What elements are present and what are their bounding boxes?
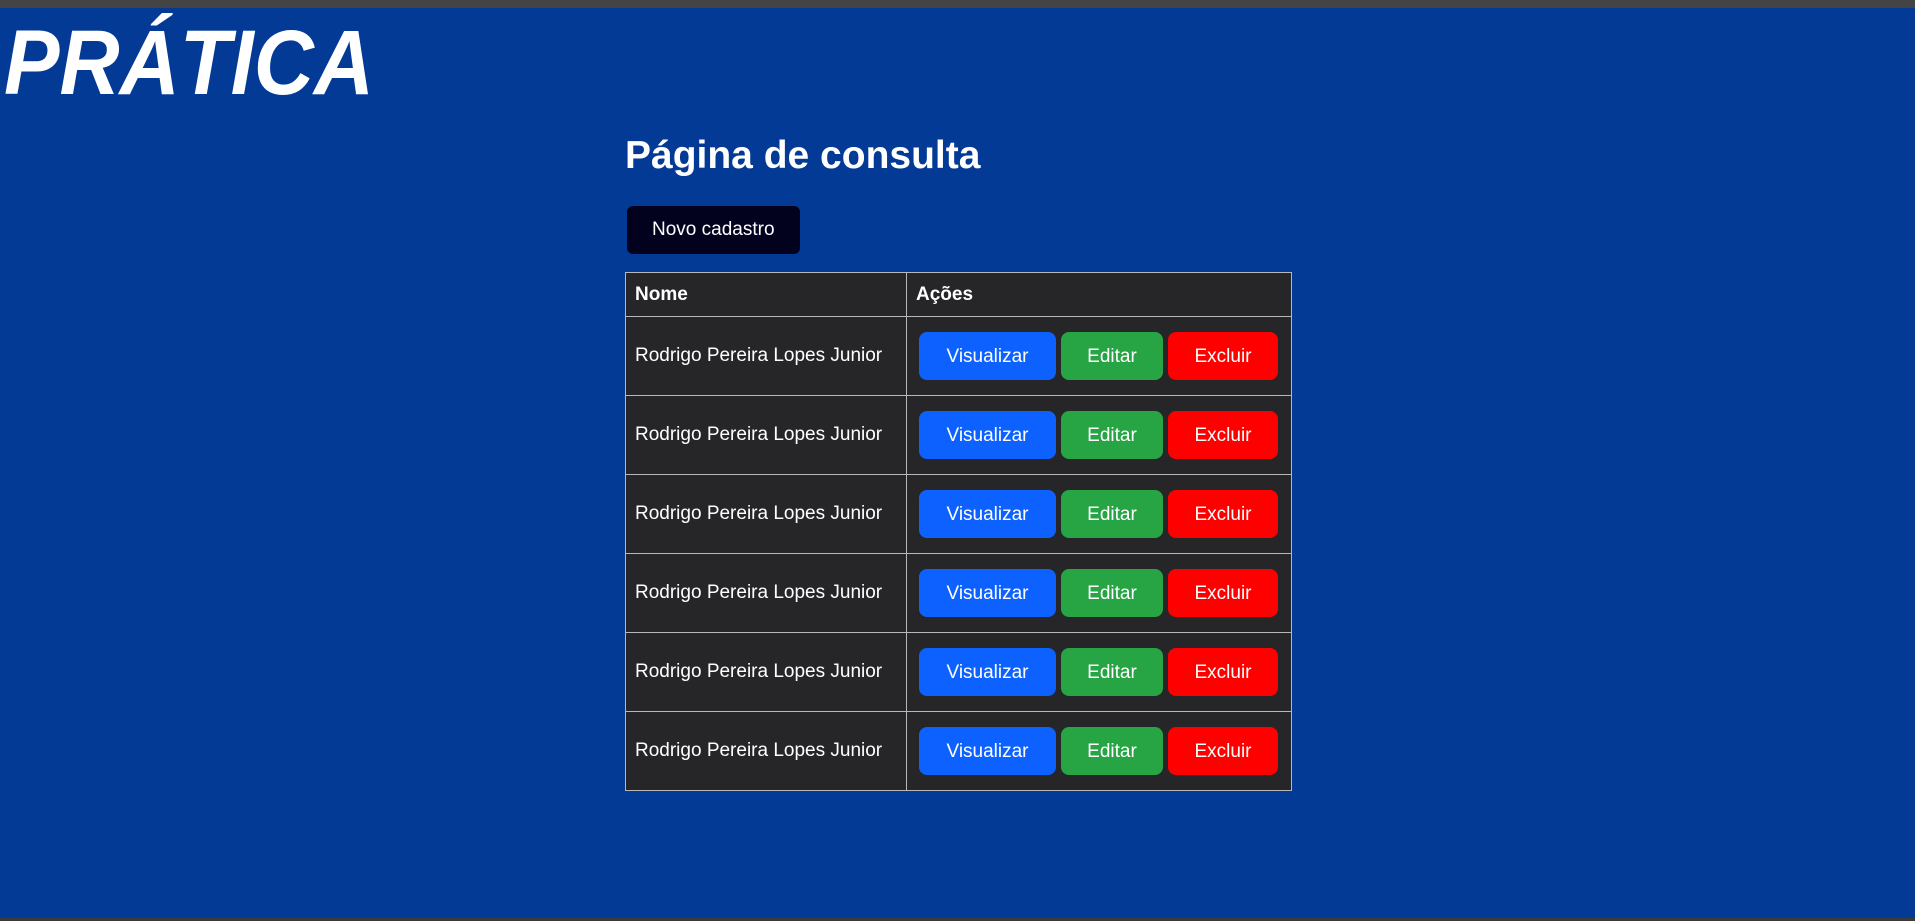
delete-button[interactable]: Excluir xyxy=(1168,332,1278,380)
view-button[interactable]: Visualizar xyxy=(919,490,1056,538)
actions-cell: Visualizar Editar Excluir xyxy=(906,395,1292,475)
table-row: Rodrigo Pereira Lopes Junior Visualizar … xyxy=(625,316,1292,396)
delete-button[interactable]: Excluir xyxy=(1168,411,1278,459)
edit-button[interactable]: Editar xyxy=(1061,332,1163,380)
edit-button[interactable]: Editar xyxy=(1061,490,1163,538)
edit-button[interactable]: Editar xyxy=(1061,411,1163,459)
main-content: Página de consulta Novo cadastro Nome Aç… xyxy=(625,130,1325,791)
table-body: Rodrigo Pereira Lopes Junior Visualizar … xyxy=(625,316,1292,791)
delete-button[interactable]: Excluir xyxy=(1168,569,1278,617)
actions-cell: Visualizar Editar Excluir xyxy=(906,711,1292,791)
edit-button[interactable]: Editar xyxy=(1061,727,1163,775)
record-name: Rodrigo Pereira Lopes Junior xyxy=(625,632,907,712)
view-button[interactable]: Visualizar xyxy=(919,411,1056,459)
table-row: Rodrigo Pereira Lopes Junior Visualizar … xyxy=(625,553,1292,633)
record-name: Rodrigo Pereira Lopes Junior xyxy=(625,553,907,633)
top-border xyxy=(0,0,1915,8)
table-row: Rodrigo Pereira Lopes Junior Visualizar … xyxy=(625,711,1292,791)
view-button[interactable]: Visualizar xyxy=(919,332,1056,380)
records-table: Nome Ações Rodrigo Pereira Lopes Junior … xyxy=(625,272,1292,791)
edit-button[interactable]: Editar xyxy=(1061,648,1163,696)
pratica-logo: PRÁTICA xyxy=(4,12,374,98)
view-button[interactable]: Visualizar xyxy=(919,727,1056,775)
actions-cell: Visualizar Editar Excluir xyxy=(906,553,1292,633)
actions-cell: Visualizar Editar Excluir xyxy=(906,632,1292,712)
column-header-actions: Ações xyxy=(906,272,1292,317)
record-name: Rodrigo Pereira Lopes Junior xyxy=(625,395,907,475)
delete-button[interactable]: Excluir xyxy=(1168,490,1278,538)
table-header-row: Nome Ações xyxy=(625,272,1292,317)
actions-cell: Visualizar Editar Excluir xyxy=(906,316,1292,396)
delete-button[interactable]: Excluir xyxy=(1168,727,1278,775)
view-button[interactable]: Visualizar xyxy=(919,648,1056,696)
record-name: Rodrigo Pereira Lopes Junior xyxy=(625,316,907,396)
actions-cell: Visualizar Editar Excluir xyxy=(906,474,1292,554)
column-header-name: Nome xyxy=(625,272,907,317)
table-row: Rodrigo Pereira Lopes Junior Visualizar … xyxy=(625,395,1292,475)
view-button[interactable]: Visualizar xyxy=(919,569,1056,617)
new-record-button[interactable]: Novo cadastro xyxy=(627,206,800,254)
table-row: Rodrigo Pereira Lopes Junior Visualizar … xyxy=(625,474,1292,554)
table-row: Rodrigo Pereira Lopes Junior Visualizar … xyxy=(625,632,1292,712)
record-name: Rodrigo Pereira Lopes Junior xyxy=(625,711,907,791)
page-title: Página de consulta xyxy=(625,134,981,177)
logo-text: PRÁTICA xyxy=(4,12,374,98)
record-name: Rodrigo Pereira Lopes Junior xyxy=(625,474,907,554)
delete-button[interactable]: Excluir xyxy=(1168,648,1278,696)
edit-button[interactable]: Editar xyxy=(1061,569,1163,617)
